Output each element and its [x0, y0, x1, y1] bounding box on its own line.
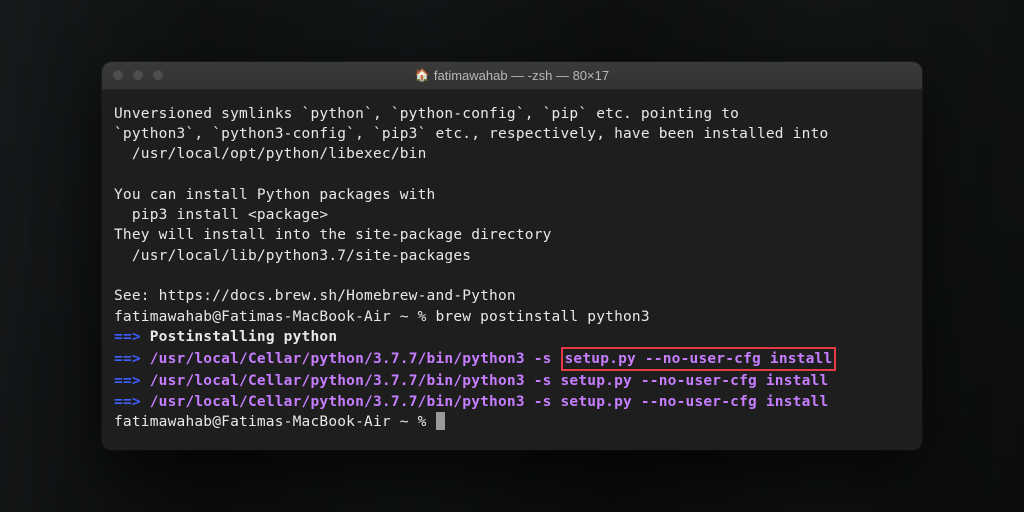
- terminal-window: 🏠 fatimawahab — -zsh — 80×17 Unversioned…: [102, 62, 922, 451]
- command-text: /usr/local/Cellar/python/3.7.7/bin/pytho…: [141, 373, 829, 389]
- minimize-button[interactable]: [132, 69, 144, 81]
- home-icon: 🏠: [415, 68, 430, 82]
- output-line: /usr/local/opt/python/libexec/bin: [114, 144, 910, 164]
- window-title: 🏠 fatimawahab — -zsh — 80×17: [102, 68, 922, 83]
- command-args: setup.py --no-user-cfg install: [565, 351, 833, 367]
- output-line: Unversioned symlinks `python`, `python-c…: [114, 104, 910, 124]
- close-button[interactable]: [112, 69, 124, 81]
- arrow-indicator: ==>: [114, 329, 141, 345]
- command-text: /usr/local/Cellar/python/3.7.7/bin/pytho…: [141, 394, 829, 410]
- command-line: ==> /usr/local/Cellar/python/3.7.7/bin/p…: [114, 371, 910, 391]
- output-line: They will install into the site-package …: [114, 225, 910, 245]
- output-line: You can install Python packages with: [114, 185, 910, 205]
- command-line: ==> /usr/local/Cellar/python/3.7.7/bin/p…: [114, 392, 910, 412]
- postinstall-line: ==> Postinstalling python: [114, 327, 910, 347]
- output-line: See: https://docs.brew.sh/Homebrew-and-P…: [114, 286, 910, 306]
- output-line: pip3 install <package>: [114, 205, 910, 225]
- arrow-indicator: ==>: [114, 373, 141, 389]
- arrow-indicator: ==>: [114, 351, 141, 367]
- prompt-text: fatimawahab@Fatimas-MacBook-Air ~ %: [114, 414, 435, 430]
- highlight-annotation: setup.py --no-user-cfg install: [561, 347, 837, 371]
- blank-line: [114, 266, 910, 286]
- output-line: /usr/local/lib/python3.7/site-packages: [114, 246, 910, 266]
- command-path: /usr/local/Cellar/python/3.7.7/bin/pytho…: [141, 351, 561, 367]
- command-line-highlighted: ==> /usr/local/Cellar/python/3.7.7/bin/p…: [114, 347, 910, 371]
- prompt-line: fatimawahab@Fatimas-MacBook-Air ~ % brew…: [114, 307, 910, 327]
- cursor: [436, 412, 445, 430]
- blank-line: [114, 165, 910, 185]
- prompt-line-active[interactable]: fatimawahab@Fatimas-MacBook-Air ~ %: [114, 412, 910, 432]
- terminal-body[interactable]: Unversioned symlinks `python`, `python-c…: [102, 90, 922, 451]
- window-title-text: fatimawahab — -zsh — 80×17: [434, 68, 609, 83]
- arrow-indicator: ==>: [114, 394, 141, 410]
- window-titlebar[interactable]: 🏠 fatimawahab — -zsh — 80×17: [102, 62, 922, 90]
- zoom-button[interactable]: [152, 69, 164, 81]
- output-line: `python3`, `python3-config`, `pip3` etc.…: [114, 124, 910, 144]
- traffic-lights: [112, 69, 164, 81]
- action-text: Postinstalling python: [141, 329, 337, 345]
